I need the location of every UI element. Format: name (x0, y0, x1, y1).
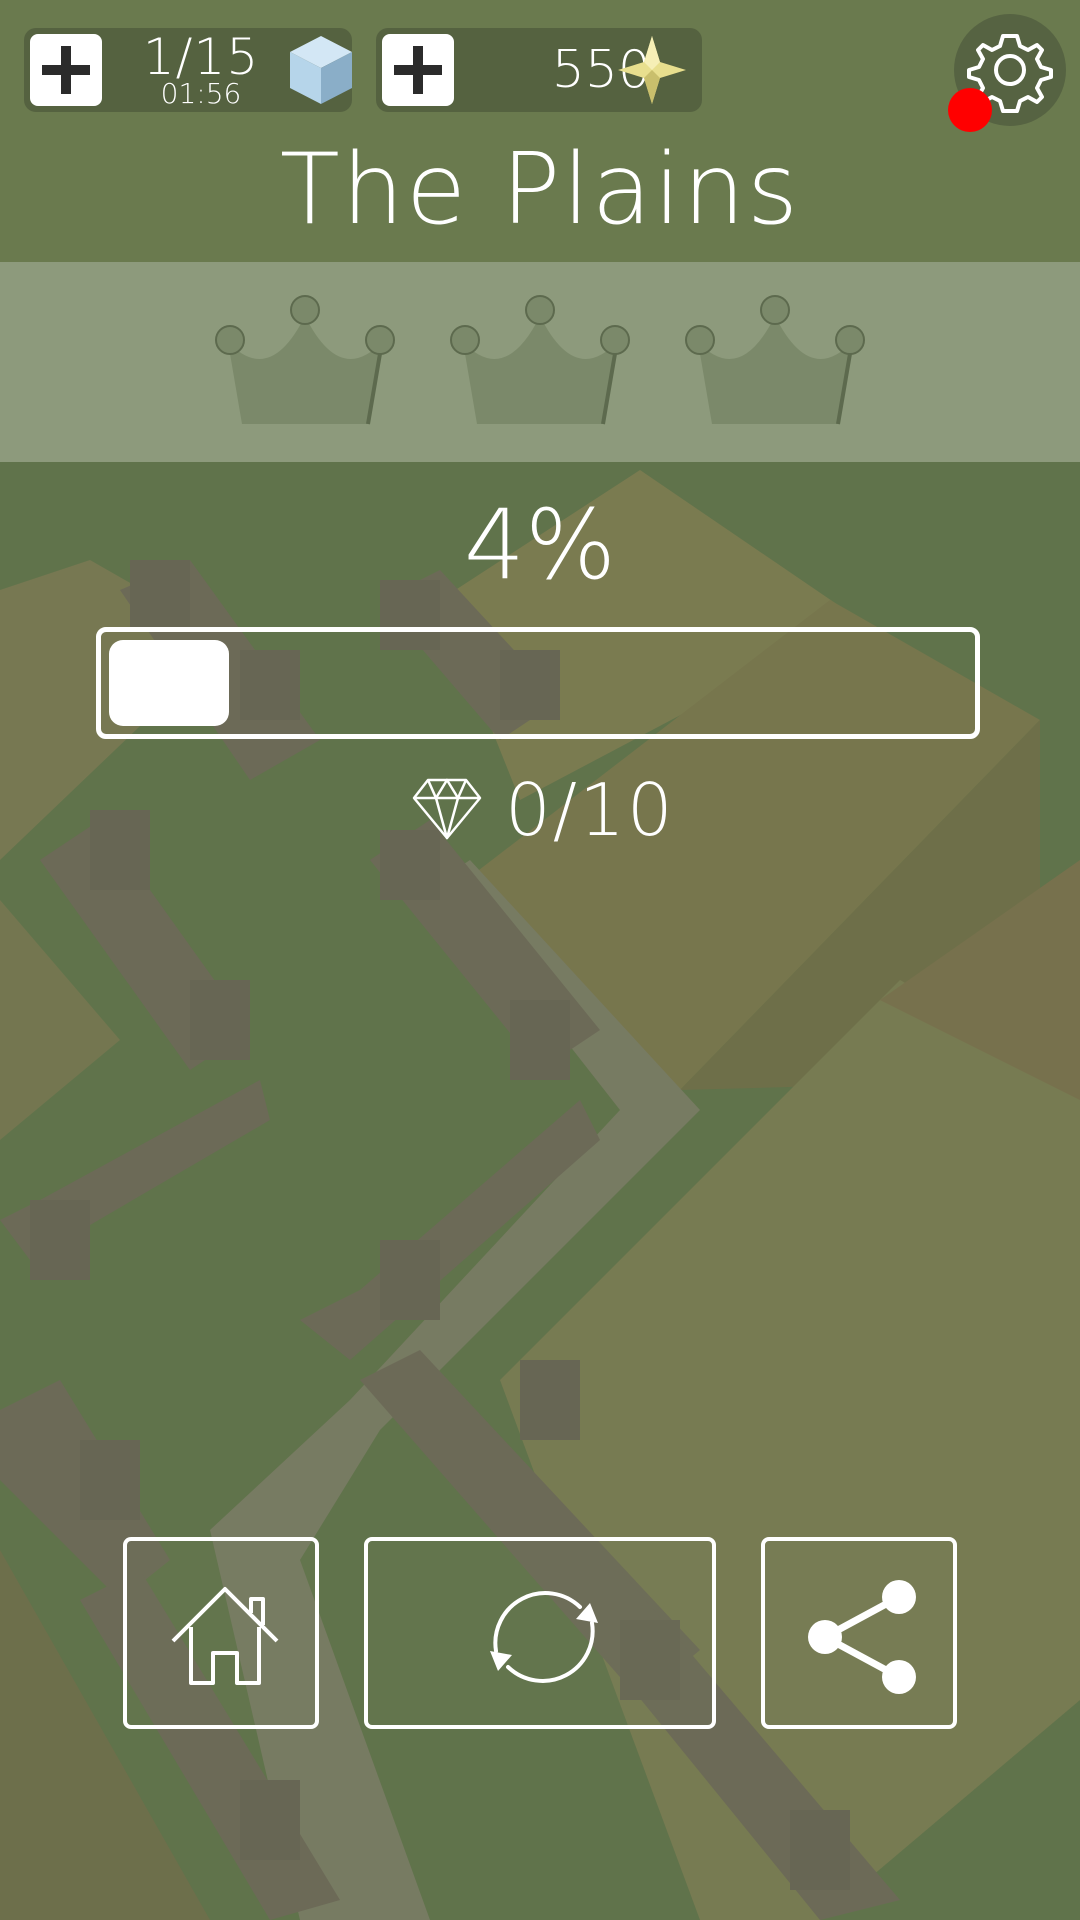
crown-icon (685, 295, 865, 425)
energy-readout: 1/15 01:56 (136, 30, 266, 108)
diamond-icon (412, 778, 482, 840)
gems-row: 0/10 (0, 770, 1080, 850)
cube-icon (290, 36, 352, 104)
energy-count: 1/15 (142, 28, 260, 86)
home-icon (171, 1587, 279, 1685)
share-icon (808, 1580, 916, 1694)
restart-icon (490, 1591, 598, 1683)
energy-panel: 1/15 01:56 (24, 28, 352, 112)
star-icon (618, 36, 686, 104)
home-button[interactable] (123, 1537, 319, 1729)
progress-fill (109, 640, 229, 726)
crown-icon (215, 295, 395, 425)
coins-panel: 550 (376, 28, 702, 112)
crown-band (0, 262, 1080, 462)
restart-button[interactable] (364, 1537, 716, 1729)
progress-bar (96, 627, 980, 739)
share-button[interactable] (761, 1537, 957, 1729)
notification-dot (948, 88, 992, 132)
plus-icon (42, 46, 90, 94)
add-energy-button[interactable] (30, 34, 102, 106)
level-title: The Plains (279, 133, 801, 247)
progress-percent: 4% (463, 489, 617, 601)
add-coins-button[interactable] (382, 34, 454, 106)
crown-icon (450, 295, 630, 425)
plus-icon (394, 46, 442, 94)
gem-count: 0/10 (505, 768, 675, 852)
